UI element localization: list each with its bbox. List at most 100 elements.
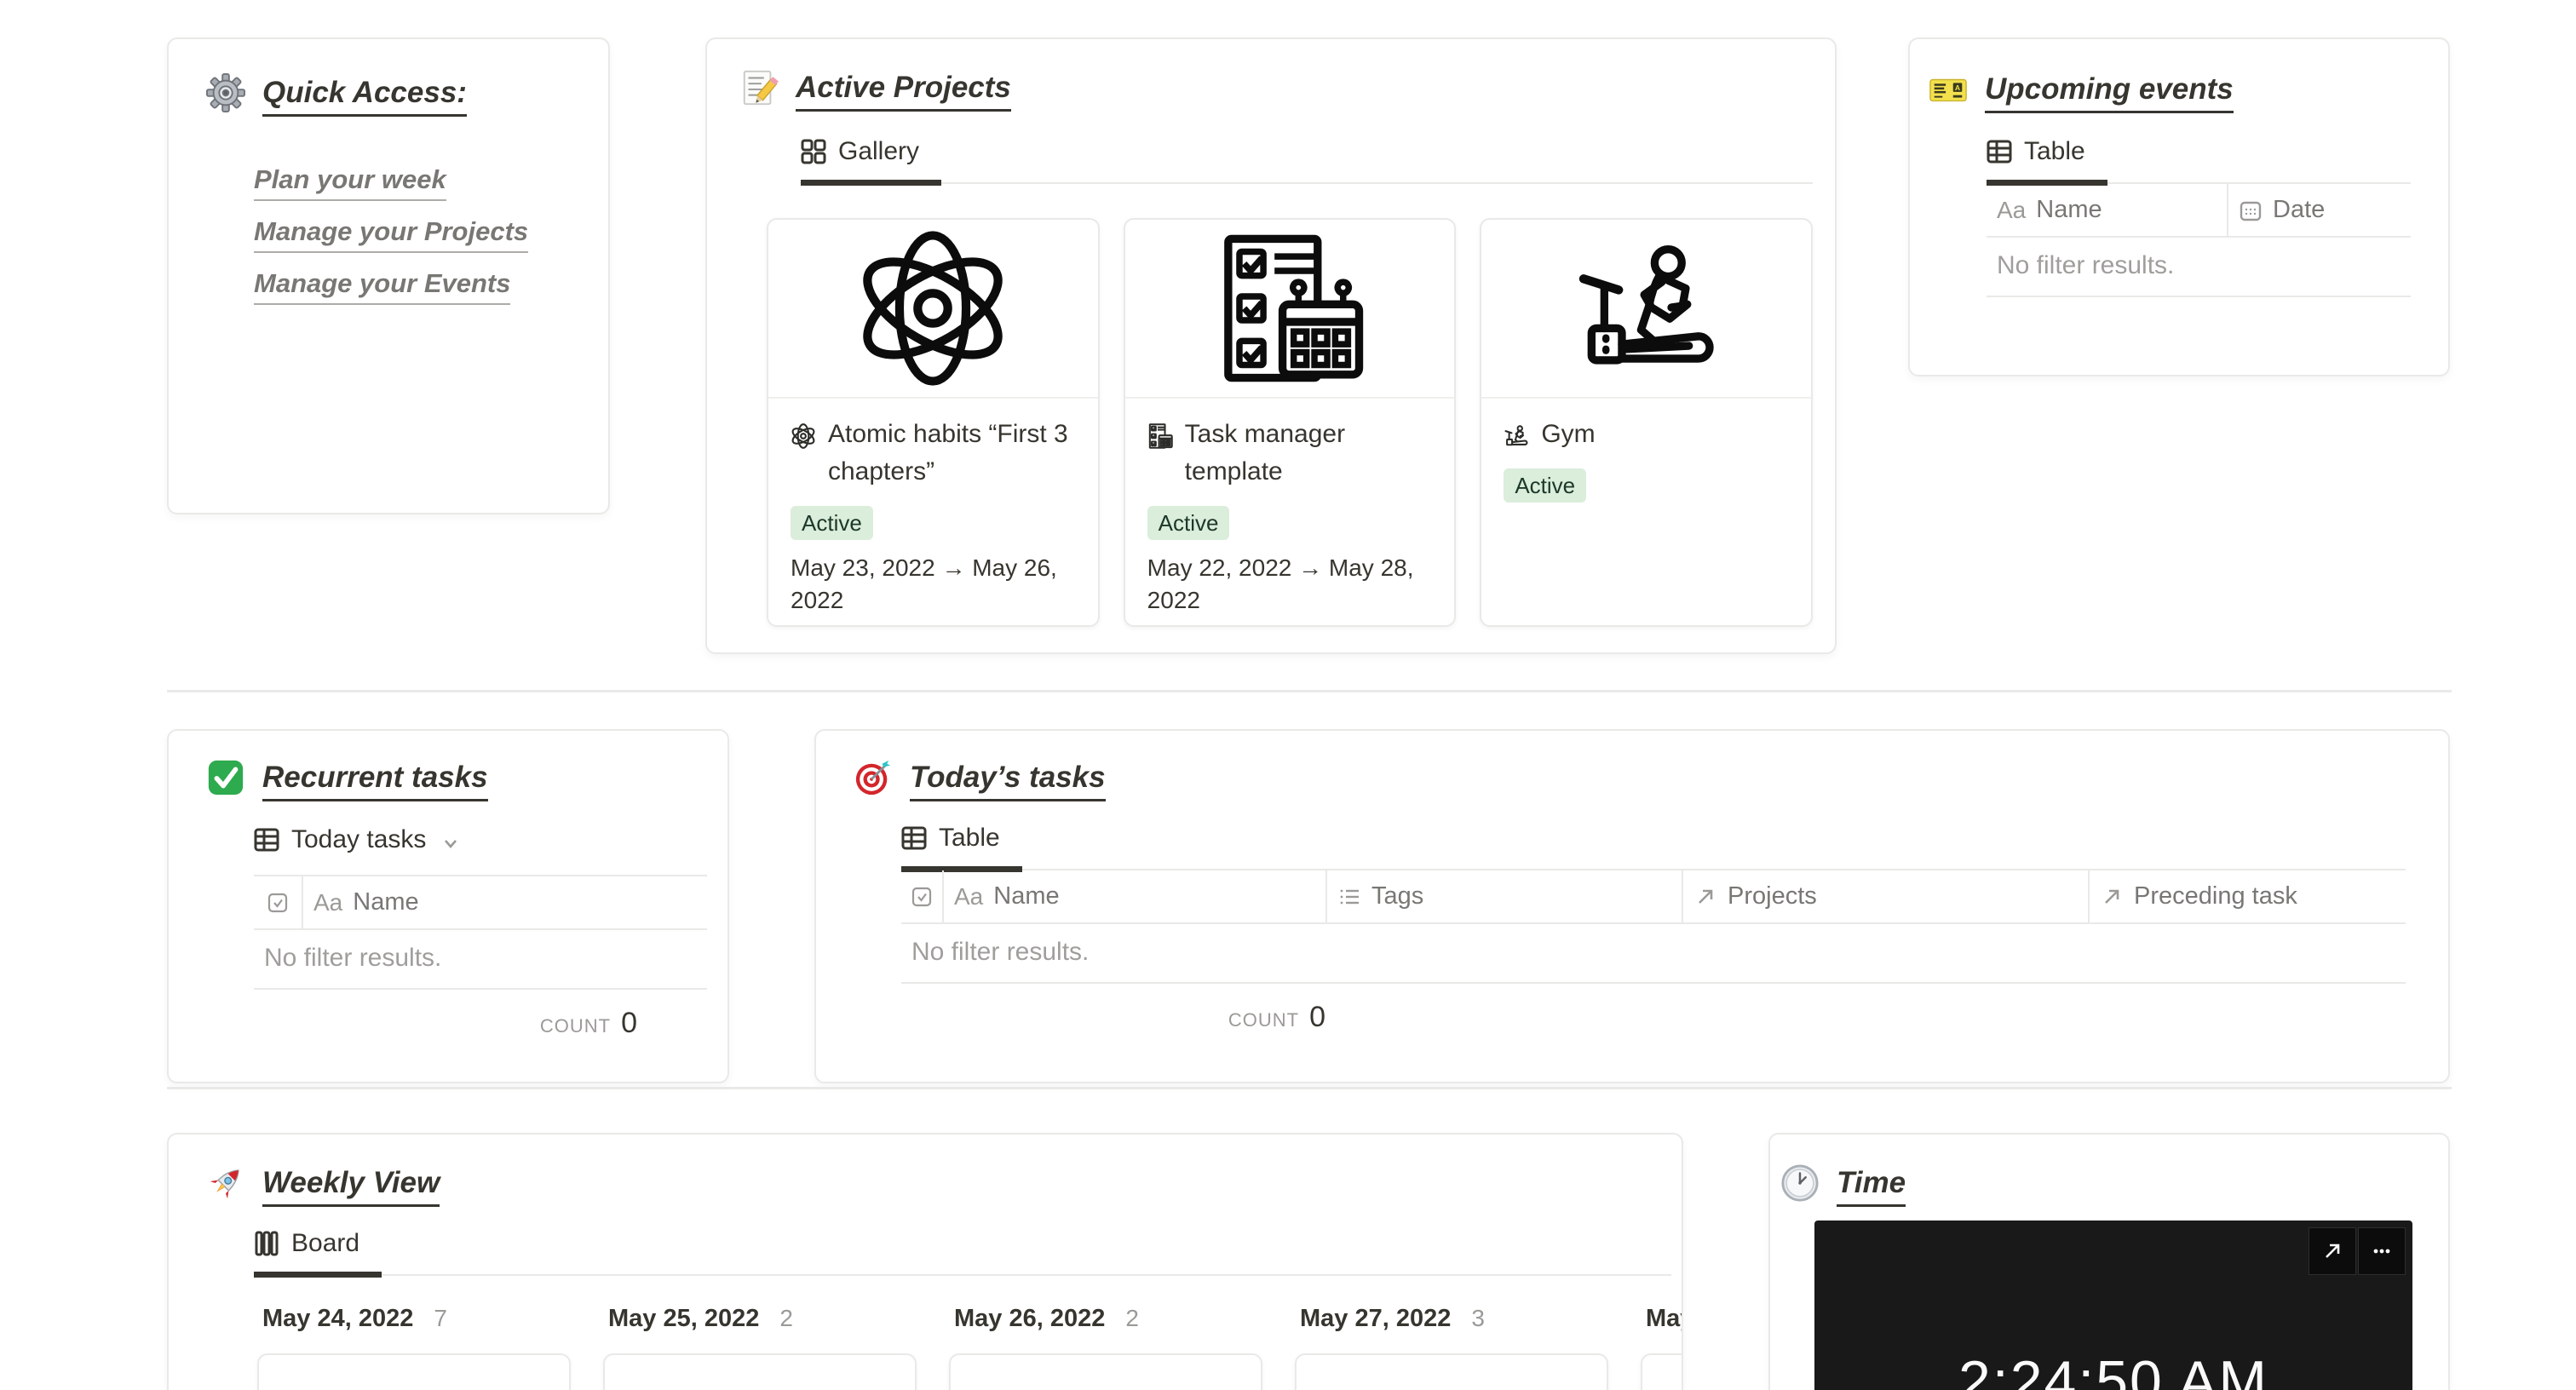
open-in-new-button[interactable]	[2309, 1227, 2356, 1275]
task-card-morning-routine[interactable]: Morning routine	[257, 1353, 571, 1390]
column-header-projects[interactable]: Projects	[1682, 870, 2088, 922]
task-manager-mini-icon	[1147, 422, 1173, 449]
more-options-button[interactable]	[2358, 1227, 2406, 1275]
time-title[interactable]: Time	[1837, 1163, 1906, 1207]
link-plan-your-week[interactable]: Plan your week	[254, 164, 446, 201]
calendar-icon	[2239, 198, 2263, 222]
project-title: Gym	[1541, 420, 1596, 448]
weekly-view-title[interactable]: Weekly View	[262, 1163, 440, 1207]
board-column-date: May 27, 2022	[1300, 1305, 1452, 1332]
project-card-task-manager[interactable]: Task manager template Active May 22, 202…	[1123, 218, 1457, 627]
table-icon	[254, 827, 279, 853]
project-date-range: May 22, 2022 → May 28, 2022	[1147, 554, 1414, 613]
status-badge: Active	[1504, 468, 1587, 503]
tab-table[interactable]: Table	[1987, 137, 2107, 186]
link-manage-your-events[interactable]: Manage your Events	[254, 268, 511, 305]
events-table: Aa Name Date No filter results.	[1987, 184, 2411, 297]
project-title: Atomic habits “First 3 chapters”	[828, 420, 1068, 485]
task-card-morning-routine[interactable]: Morning routine	[1295, 1353, 1608, 1390]
svg-text:A: A	[1955, 83, 1960, 92]
relation-arrow-icon	[2100, 885, 2124, 909]
weekly-view-section: Weekly View Board May 24, 2022 7 May 25,…	[167, 1133, 1683, 1390]
empty-state-text: No filter results.	[901, 924, 2406, 984]
text-property-icon: Aa	[1997, 196, 2027, 223]
rocket-icon	[206, 1163, 245, 1203]
active-projects-title[interactable]: Active Projects	[796, 68, 1011, 112]
column-header-checkbox[interactable]	[254, 876, 302, 928]
gallery-icon	[801, 139, 826, 164]
status-badge: Active	[791, 506, 873, 540]
task-card-morning-routine[interactable]: Morning routine	[603, 1353, 917, 1390]
text-property-icon: Aa	[313, 888, 343, 916]
project-date-range: May 23, 2022 → May 26, 2022	[791, 554, 1057, 613]
quick-access-title[interactable]: Quick Access:	[262, 73, 467, 117]
column-header-stub	[637, 876, 707, 928]
active-projects-section: Active Projects Gallery Atomic habits “F…	[705, 37, 1837, 654]
board-columns: May 24, 2022 7 Morning routine	[257, 1305, 1682, 1390]
quick-access-section: Quick Access: Plan your week Manage your…	[167, 37, 610, 514]
checkbox-icon	[266, 891, 290, 915]
recurrent-tasks-section: Recurrent tasks Today tasks Aa Name No f…	[167, 729, 729, 1083]
column-header-name[interactable]: Aa Name	[942, 870, 1325, 922]
board-column-count: 7	[434, 1305, 447, 1331]
view-switcher-today-tasks[interactable]: Today tasks	[254, 825, 702, 854]
todays-tasks-table: Aa Name Tags Projects Preceding task No …	[901, 870, 2406, 1034]
project-gallery: Atomic habits “First 3 chapters” Active …	[767, 218, 1814, 627]
multi-select-list-icon	[1337, 885, 1361, 909]
upcoming-events-title[interactable]: Upcoming events	[1985, 70, 2234, 113]
column-header-name[interactable]: Aa Name	[1987, 184, 2227, 236]
table-icon	[901, 825, 927, 851]
tab-gallery[interactable]: Gallery	[801, 137, 942, 186]
board-column-may-27: May 27, 2022 3 Morning routine	[1295, 1305, 1608, 1390]
empty-state-text: No filter results.	[254, 930, 707, 990]
link-manage-your-projects[interactable]: Manage your Projects	[254, 216, 529, 253]
treadmill-cover-drawing	[1481, 220, 1812, 399]
tab-gallery-label: Gallery	[838, 137, 920, 165]
count-calculation[interactable]: COUNT 0	[254, 1007, 637, 1040]
recurrent-tasks-table: Aa Name No filter results. COUNT 0	[254, 875, 707, 1040]
chevron-down-icon	[441, 830, 460, 849]
dashboard-page: Quick Access: Plan your week Manage your…	[0, 0, 2576, 1390]
board-column-may-24: May 24, 2022 7 Morning routine	[257, 1305, 571, 1390]
board-column-count: 2	[1125, 1305, 1139, 1331]
task-card-morning-routine[interactable]: Morning routine	[949, 1353, 1262, 1390]
table-icon	[1987, 139, 2012, 164]
gear-icon	[206, 73, 245, 112]
relation-arrow-icon	[1693, 885, 1717, 909]
project-card-gym[interactable]: Gym Active	[1480, 218, 1814, 627]
section-divider	[167, 690, 2452, 692]
board-column-may-25: May 25, 2022 2 Morning routine	[603, 1305, 917, 1390]
column-header-checkbox[interactable]	[901, 870, 942, 922]
column-header-tags[interactable]: Tags	[1325, 870, 1682, 922]
clock-icon	[1780, 1163, 1820, 1203]
tab-divider	[254, 1274, 1671, 1276]
status-badge: Active	[1147, 506, 1230, 540]
tab-table[interactable]: Table	[901, 824, 1022, 872]
board-column-date: May 26, 2022	[954, 1305, 1106, 1332]
treadmill-mini-icon	[1504, 422, 1529, 448]
board-column-count: 2	[779, 1305, 793, 1331]
task-card-morning-routine[interactable]: Morning routine	[1641, 1353, 1682, 1390]
atom-cover-drawing	[768, 220, 1098, 399]
tab-divider	[801, 182, 1813, 184]
tab-board[interactable]: Board	[254, 1229, 382, 1278]
section-divider	[167, 1087, 2452, 1089]
view-label: Today tasks	[291, 825, 427, 853]
todays-tasks-section: Today’s tasks Table Aa Name Tags Project…	[814, 729, 2450, 1083]
recurrent-tasks-title[interactable]: Recurrent tasks	[262, 758, 488, 801]
board-icon	[254, 1231, 279, 1256]
tab-board-label: Board	[291, 1229, 360, 1257]
count-calculation[interactable]: COUNT 0	[901, 1001, 1325, 1034]
board-column-count: 3	[1471, 1305, 1485, 1331]
column-header-date[interactable]: Date	[2227, 184, 2411, 236]
column-header-name[interactable]: Aa Name	[302, 876, 637, 928]
checkbox-icon	[910, 885, 934, 909]
project-card-atomic-habits[interactable]: Atomic habits “First 3 chapters” Active …	[767, 218, 1100, 627]
empty-state-text: No filter results.	[1987, 238, 2411, 297]
board-column-date: May 28, 2022	[1646, 1305, 1682, 1332]
atom-mini-icon	[791, 422, 816, 449]
column-header-preceding-task[interactable]: Preceding task	[2088, 870, 2406, 922]
board-column-may-28-clipped: May 28, 2022 Morning routine	[1641, 1305, 1682, 1390]
todays-tasks-title[interactable]: Today’s tasks	[910, 758, 1106, 801]
project-title: Task manager template	[1184, 420, 1346, 485]
